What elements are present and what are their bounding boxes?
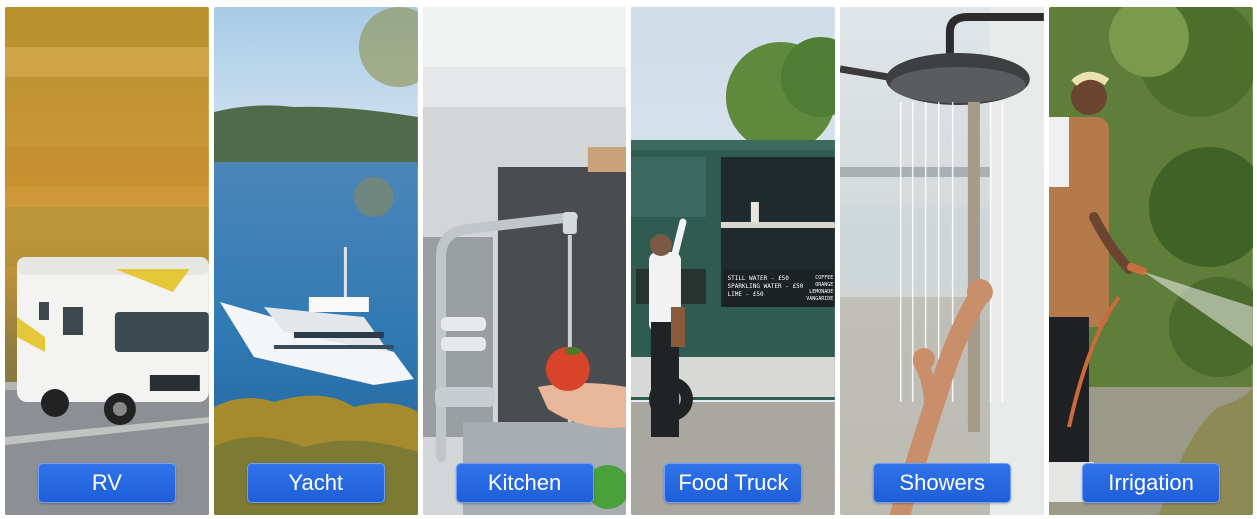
rv-photo-panel: RV [5, 7, 209, 515]
food-truck-label: Food Truck [664, 463, 803, 503]
irrigation-scene-image [1049, 7, 1253, 515]
food-truck-scene-image [631, 7, 836, 515]
food-truck-photo-panel: STILL WATER - £50 SPARKLING WATER - £50 … [631, 7, 836, 515]
rv-scene-image [5, 7, 209, 515]
application-photo-strip: RV Yacht Kitchen STILL WATER - £50 SPARK… [0, 0, 1257, 519]
showers-label: Showers [873, 463, 1012, 503]
menu-side-line: LEMONADE [809, 289, 834, 295]
menu-side-line: COFFEE [815, 275, 834, 281]
kitchen-photo-panel: Kitchen [422, 7, 627, 515]
menu-side-line: VANGARIDE [806, 296, 834, 302]
irrigation-photo-panel: Irrigation [1049, 7, 1253, 515]
yacht-scene-image [213, 7, 418, 515]
rv-label: RV [37, 463, 176, 503]
irrigation-label: Irrigation [1082, 463, 1221, 503]
showers-photo-panel: Showers [840, 7, 1045, 515]
kitchen-label: Kitchen [455, 463, 594, 503]
showers-scene-image [840, 7, 1045, 515]
menu-side-line: ORANGE [815, 282, 834, 288]
menu-side: COFFEE ORANGE LEMONADE VANGARIDE [795, 275, 833, 303]
yacht-label: Yacht [246, 463, 385, 503]
yacht-photo-panel: Yacht [213, 7, 418, 515]
kitchen-scene-image [422, 7, 627, 515]
